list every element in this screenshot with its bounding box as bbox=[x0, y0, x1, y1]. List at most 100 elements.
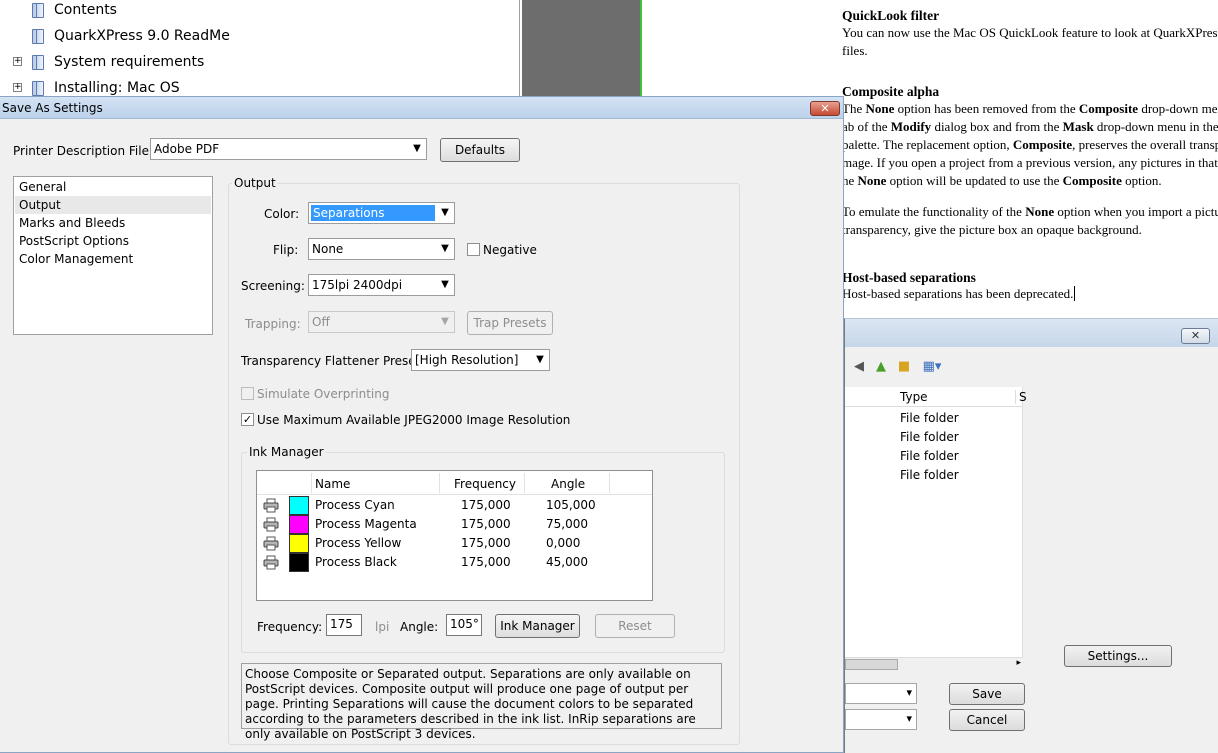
file-save-dialog: ✕ ◀ ▲ ■ ▦▾ Type S File folder File folde… bbox=[844, 318, 1218, 753]
composite-alpha-text: palette. The replacement option, Composi… bbox=[842, 137, 1218, 152]
ink-swatch bbox=[289, 534, 309, 553]
ink-swatch bbox=[289, 496, 309, 515]
tree-item-contents[interactable]: Contents bbox=[32, 0, 117, 23]
host-separations-text: Host-based separations has been deprecat… bbox=[842, 286, 1076, 301]
ink-manager-button[interactable]: Ink Manager bbox=[495, 614, 580, 638]
output-group-title: Output bbox=[232, 176, 278, 190]
close-icon[interactable]: ✕ bbox=[1181, 328, 1210, 344]
ink-swatch bbox=[289, 515, 309, 534]
ink-angle: 45,000 bbox=[546, 555, 588, 569]
table-row[interactable]: Process Magenta 175,000 75,000 bbox=[257, 515, 652, 534]
color-value: Separations bbox=[311, 205, 435, 221]
tree-item-installing-mac[interactable]: + Installing: Mac OS bbox=[13, 75, 180, 96]
scrollbar-thumb[interactable] bbox=[845, 659, 898, 670]
list-item[interactable]: File folder bbox=[900, 449, 959, 463]
view-menu-icon[interactable]: ▦▾ bbox=[919, 359, 945, 375]
scroll-right-icon[interactable]: ▸ bbox=[1016, 658, 1021, 668]
ink-angle: 75,000 bbox=[546, 517, 588, 531]
file-name-combo[interactable] bbox=[845, 683, 917, 704]
printer-icon[interactable] bbox=[263, 536, 279, 551]
printer-icon[interactable] bbox=[263, 555, 279, 570]
ink-angle: 105,000 bbox=[546, 498, 596, 512]
category-postscript-options[interactable]: PostScript Options bbox=[15, 232, 211, 250]
screening-label: Screening: bbox=[241, 279, 305, 293]
category-marks-and-bleeds[interactable]: Marks and Bleeds bbox=[15, 214, 211, 232]
jpeg2000-checkbox[interactable]: ✓ bbox=[241, 413, 254, 426]
angle-input[interactable]: 105° bbox=[446, 614, 482, 636]
composite-alpha-text: ab of the Modify dialog box and from the… bbox=[842, 119, 1218, 134]
chevron-down-icon: ▼ bbox=[441, 316, 449, 327]
reset-button[interactable]: Reset bbox=[595, 614, 675, 638]
tree-item-system-requirements[interactable]: + System requirements bbox=[13, 49, 205, 75]
save-button[interactable]: Save bbox=[949, 683, 1025, 705]
printer-icon[interactable] bbox=[263, 498, 279, 513]
printer-description-select[interactable]: Adobe PDF ▼ bbox=[150, 138, 427, 160]
tree-item-readme[interactable]: QuarkXPress 9.0 ReadMe bbox=[32, 23, 230, 49]
category-output[interactable]: Output bbox=[15, 196, 211, 214]
ink-frequency: 175,000 bbox=[461, 498, 511, 512]
type-column-header[interactable]: Type bbox=[900, 390, 928, 404]
color-select[interactable]: Separations ▼ bbox=[308, 202, 455, 224]
list-item[interactable]: File folder bbox=[900, 430, 959, 444]
horizontal-scrollbar[interactable]: ▸ bbox=[845, 657, 1023, 671]
quicklook-heading: QuickLook filter bbox=[842, 8, 940, 23]
flip-select[interactable]: None ▼ bbox=[308, 238, 455, 260]
ink-frequency: 175,000 bbox=[461, 517, 511, 531]
tree-item-label: Contents bbox=[54, 2, 117, 18]
name-column-header[interactable]: Name bbox=[315, 477, 350, 491]
lpi-unit-label: lpi bbox=[375, 620, 390, 634]
table-row[interactable]: Process Yellow 175,000 0,000 bbox=[257, 534, 652, 553]
back-icon[interactable]: ◀ bbox=[851, 359, 867, 375]
category-general[interactable]: General bbox=[15, 178, 211, 196]
settings-category-list[interactable]: General Output Marks and Bleeds PostScri… bbox=[13, 176, 213, 335]
flip-value: None bbox=[312, 242, 344, 256]
help-description: Choose Composite or Separated output. Se… bbox=[241, 663, 722, 741]
column-divider bbox=[524, 473, 525, 493]
ink-name: Process Magenta bbox=[315, 517, 417, 531]
trapping-select[interactable]: Off ▼ bbox=[308, 311, 455, 333]
composite-alpha-text: he None option will be updated to use th… bbox=[842, 173, 1162, 188]
frequency-column-header[interactable]: Frequency bbox=[454, 477, 516, 491]
chevron-down-icon: ▼ bbox=[413, 143, 421, 154]
color-label: Color: bbox=[264, 207, 300, 221]
table-row[interactable]: Process Black 175,000 45,000 bbox=[257, 553, 652, 572]
trap-presets-button[interactable]: Trap Presets bbox=[467, 311, 553, 335]
composite-alpha-text: The None option has been removed from th… bbox=[842, 101, 1218, 116]
list-item[interactable]: File folder bbox=[900, 411, 959, 425]
list-item[interactable]: File folder bbox=[900, 468, 959, 482]
defaults-button[interactable]: Defaults bbox=[440, 138, 520, 162]
trapping-label: Trapping: bbox=[245, 317, 301, 331]
close-icon[interactable]: ✕ bbox=[810, 101, 840, 116]
angle-column-header[interactable]: Angle bbox=[551, 477, 585, 491]
file-dialog-titlebar bbox=[845, 319, 1218, 347]
ink-frequency: 175,000 bbox=[461, 536, 511, 550]
expand-icon[interactable]: + bbox=[13, 83, 22, 92]
screening-select[interactable]: 175lpi 2400dpi ▼ bbox=[308, 274, 455, 296]
composite-alpha-heading: Composite alpha bbox=[842, 84, 940, 99]
screening-value: 175lpi 2400dpi bbox=[312, 278, 403, 292]
file-type-combo[interactable] bbox=[845, 709, 917, 730]
flattener-select[interactable]: [High Resolution] ▼ bbox=[411, 349, 550, 371]
chevron-down-icon: ▼ bbox=[536, 354, 544, 365]
cancel-button[interactable]: Cancel bbox=[949, 709, 1025, 731]
category-color-management[interactable]: Color Management bbox=[15, 250, 211, 268]
expand-icon[interactable]: + bbox=[13, 57, 22, 66]
printer-icon[interactable] bbox=[263, 517, 279, 532]
up-folder-icon[interactable]: ▲ bbox=[873, 359, 889, 375]
negative-checkbox[interactable] bbox=[467, 243, 480, 256]
file-list[interactable]: Type S File folder File folder File fold… bbox=[845, 387, 1027, 671]
printer-description-label: Printer Description File: bbox=[13, 144, 154, 158]
new-folder-icon[interactable]: ■ bbox=[896, 359, 912, 375]
table-row[interactable]: Process Cyan 175,000 105,000 bbox=[257, 496, 652, 515]
tree-item-label: Installing: Mac OS bbox=[54, 80, 180, 96]
ink-frequency: 175,000 bbox=[461, 555, 511, 569]
ink-name: Process Black bbox=[315, 555, 397, 569]
trapping-value: Off bbox=[312, 315, 330, 329]
column-header[interactable]: S bbox=[1019, 390, 1027, 404]
tree-item-label: System requirements bbox=[54, 54, 205, 70]
settings-button[interactable]: Settings... bbox=[1064, 645, 1172, 667]
frequency-input[interactable]: 175 bbox=[326, 614, 362, 636]
readme-document: QuickLook filter You can now use the Mac… bbox=[842, 0, 1218, 320]
ink-table[interactable]: Name Frequency Angle Process Cyan 175,00… bbox=[256, 470, 653, 601]
simulate-overprinting-checkbox[interactable] bbox=[241, 387, 254, 400]
